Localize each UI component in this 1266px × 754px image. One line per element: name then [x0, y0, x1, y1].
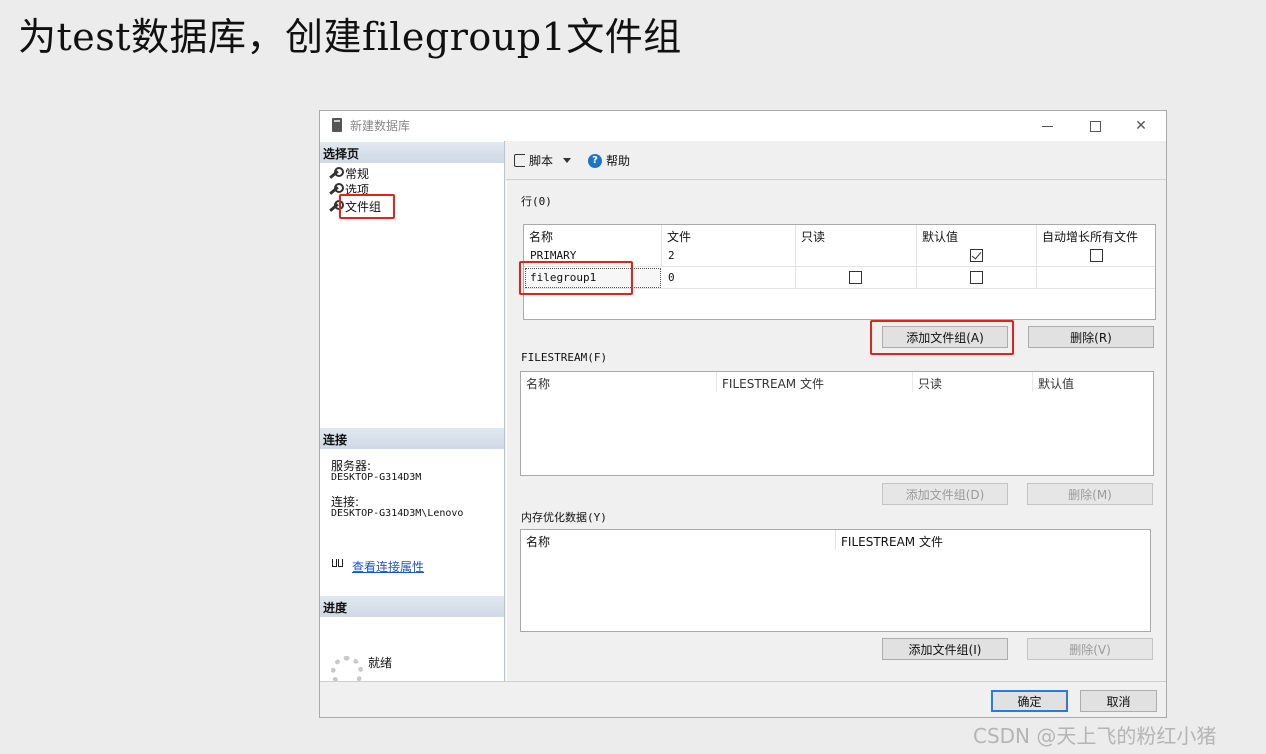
slide-title: 为test数据库，创建filegroup1文件组: [18, 15, 682, 59]
progress-header: 进度: [320, 596, 504, 617]
filegroup1-highlight: [519, 261, 633, 295]
row-default-cell: [917, 267, 1037, 289]
add-memory-filegroup-button[interactable]: 添加文件组(I): [882, 638, 1008, 660]
connection-header: 连接: [320, 428, 504, 449]
filestream-grid[interactable]: 名称 FILESTREAM 文件 只读 默认值: [520, 371, 1154, 476]
row-readonly-cell: [796, 267, 917, 289]
watermark: CSDN @天上飞的粉红小猪: [973, 724, 1217, 748]
row-autogrow-cell: [1037, 245, 1155, 267]
default-checkbox[interactable]: [970, 249, 983, 262]
rows-section-label: 行(0): [521, 195, 552, 208]
column-header-default[interactable]: 默认值: [917, 225, 1037, 245]
row-files-cell[interactable]: 2: [662, 245, 796, 267]
page-general-label: 常规: [345, 166, 370, 181]
title-bar: 新建数据库 ✕: [320, 111, 1166, 141]
cancel-button[interactable]: 取消: [1080, 690, 1157, 712]
column-header-readonly[interactable]: 只读: [796, 225, 917, 245]
maximize-button[interactable]: [1072, 113, 1118, 139]
autogrow-checkbox[interactable]: [1090, 249, 1103, 262]
close-button[interactable]: ✕: [1118, 113, 1164, 139]
default-checkbox[interactable]: [970, 271, 983, 284]
memory-optimized-grid[interactable]: 名称 FILESTREAM 文件: [520, 529, 1151, 632]
help-label: 帮助: [606, 154, 631, 168]
help-button[interactable]: ? 帮助: [588, 152, 630, 169]
left-pane: 选择页 常规 选项 文件组 连接 服务器: DESKTOP-G314D3M 连接…: [320, 141, 505, 688]
column-header-filestream-files[interactable]: FILESTREAM 文件: [836, 530, 1150, 550]
script-label: 脚本: [529, 154, 554, 168]
database-app-icon: [332, 118, 342, 132]
column-header-name[interactable]: 名称: [524, 225, 662, 245]
column-header-name[interactable]: 名称: [521, 530, 836, 550]
minimize-button[interactable]: [1024, 113, 1070, 139]
minimize-icon: [1041, 125, 1053, 127]
script-button[interactable]: 脚本: [514, 152, 572, 169]
column-header-files[interactable]: 文件: [662, 225, 796, 245]
help-icon: ?: [588, 153, 602, 168]
column-header-readonly[interactable]: 只读: [913, 372, 1033, 392]
chevron-down-icon[interactable]: [563, 158, 572, 163]
filegroups-highlight: [339, 194, 395, 219]
server-value: DESKTOP-G314D3M: [331, 472, 422, 483]
dialog-footer: 确定 取消: [320, 681, 1166, 717]
memory-section-label: 内存优化数据(Y): [521, 511, 607, 524]
connection-value: DESKTOP-G314D3M\Lenovo: [331, 508, 464, 519]
row-readonly-cell: [796, 245, 917, 267]
progress-status: 就绪: [368, 656, 393, 670]
column-header-autogrow[interactable]: 自动增长所有文件: [1037, 225, 1155, 245]
filegroups-content: 行(0) 名称 文件 只读 默认值 自动增长所有文件 PRIMARY 2 fil…: [506, 181, 1166, 681]
delete-filegroup-button[interactable]: 删除(R): [1028, 326, 1154, 348]
ok-button[interactable]: 确定: [991, 690, 1068, 712]
add-filegroup-highlight: [870, 320, 1014, 355]
new-database-dialog: 新建数据库 ✕ 选择页 常规 选项 文件组 连接 服务器: DESKTOP-G3…: [319, 110, 1167, 718]
window-title: 新建数据库: [350, 119, 411, 133]
delete-filestream-filegroup-button[interactable]: 删除(M): [1027, 483, 1153, 505]
select-page-header: 选择页: [320, 142, 504, 163]
plug-icon: [331, 559, 345, 571]
wrench-icon: [328, 183, 344, 195]
filestream-section-label: FILESTREAM(F): [521, 351, 608, 364]
column-header-filestream-files[interactable]: FILESTREAM 文件: [717, 372, 913, 392]
delete-memory-filegroup-button[interactable]: 删除(V): [1027, 638, 1153, 660]
wrench-icon: [328, 167, 344, 179]
add-filestream-filegroup-button[interactable]: 添加文件组(D): [882, 483, 1008, 505]
row-autogrow-cell: [1037, 267, 1155, 289]
maximize-icon: [1089, 120, 1101, 132]
toolbar: 脚本 ? 帮助: [506, 141, 1166, 180]
row-default-cell: [917, 245, 1037, 267]
close-icon: ✕: [1135, 118, 1147, 134]
row-files-cell[interactable]: 0: [662, 267, 796, 289]
readonly-checkbox[interactable]: [849, 271, 862, 284]
script-icon: [514, 154, 525, 167]
column-header-default[interactable]: 默认值: [1033, 372, 1153, 392]
page-general[interactable]: 常规: [328, 165, 369, 181]
view-connection-properties-link[interactable]: 查看连接属性: [352, 558, 424, 575]
column-header-name[interactable]: 名称: [521, 372, 717, 392]
